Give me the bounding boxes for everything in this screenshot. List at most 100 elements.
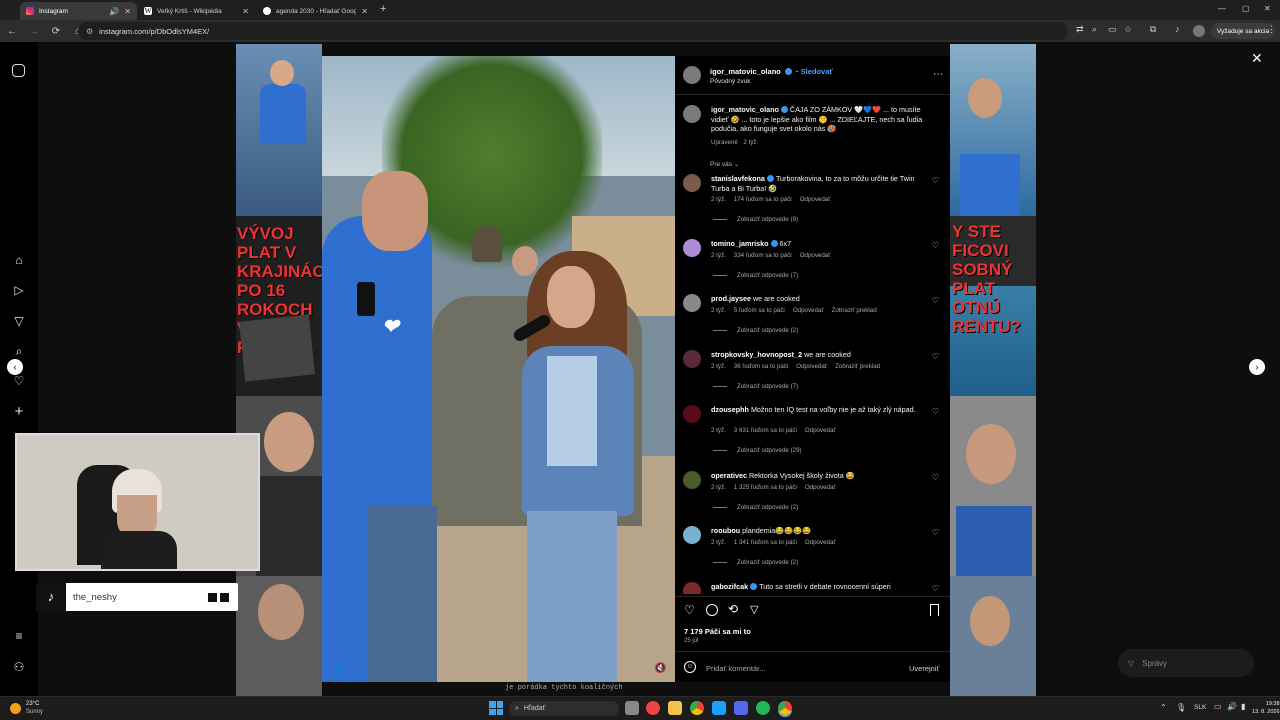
commenter-avatar[interactable] xyxy=(683,350,701,368)
view-replies-button[interactable]: Zobraziť odpovede (7) xyxy=(713,383,798,390)
bookmark-star-icon[interactable]: ☆ xyxy=(1124,24,1132,35)
commenter-avatar[interactable] xyxy=(683,405,701,423)
comment-like-icon[interactable]: ♡ xyxy=(932,473,939,482)
reels-icon[interactable]: ▷ xyxy=(12,283,26,297)
comment-input[interactable]: Pridať komentár... xyxy=(706,664,766,673)
commenter-avatar[interactable] xyxy=(683,471,701,489)
save-icon[interactable] xyxy=(930,604,939,616)
more-menu-icon[interactable]: ≡ xyxy=(12,629,26,643)
discord-icon[interactable] xyxy=(734,701,748,715)
commenter-avatar[interactable] xyxy=(683,526,701,544)
commenter-avatar[interactable] xyxy=(683,582,701,594)
comment-like-icon[interactable]: ♡ xyxy=(932,528,939,537)
comment-icon[interactable] xyxy=(706,604,718,616)
volume-icon[interactable]: 🔊 xyxy=(1227,702,1237,711)
chrome-active-icon[interactable] xyxy=(778,701,792,715)
home-icon[interactable]: ⌂ xyxy=(12,253,26,267)
caption-author[interactable]: igor_matovic_olano xyxy=(711,105,779,114)
thumbnail-left-middle[interactable]: VÝVOJ PLAT V KRAJINÁCH PO 16 ROKOCH VLÁD… xyxy=(236,216,322,396)
previous-post-button[interactable]: ‹ xyxy=(7,359,23,375)
reply-button[interactable]: Odpovedať xyxy=(800,252,831,259)
comment-likes[interactable]: 174 ľuďom sa to páči xyxy=(734,196,792,203)
comment-likes[interactable]: 1 341 ľuďom sa to páči xyxy=(734,539,797,546)
app-icon[interactable] xyxy=(646,701,660,715)
tab-instagram[interactable]: Instagram 🔊 ✕ xyxy=(20,2,137,20)
zoom-icon[interactable]: ⌕ xyxy=(1092,24,1097,35)
create-icon[interactable]: + xyxy=(12,404,26,419)
meta-apps-icon[interactable]: ⚇ xyxy=(12,660,26,674)
comment-like-icon[interactable]: ♡ xyxy=(932,176,939,185)
comment-likes[interactable]: 5 ľuďom sa to páči xyxy=(734,307,785,314)
close-icon[interactable]: ✕ xyxy=(242,7,249,16)
chrome-icon[interactable] xyxy=(690,701,704,715)
media-icon[interactable]: ♪ xyxy=(1175,24,1180,34)
reply-button[interactable]: Odpovedať xyxy=(805,427,836,434)
view-replies-button[interactable]: Zobraziť odpovede (29) xyxy=(713,447,802,454)
tray-chevron-icon[interactable]: ⌃ xyxy=(1160,703,1167,712)
minimize-button[interactable]: — xyxy=(1218,4,1226,13)
caption-avatar[interactable] xyxy=(683,105,701,123)
tab-wikipedia[interactable]: W Veľký Krtiš - Wikipédia ✕ xyxy=(138,2,255,20)
view-replies-button[interactable]: Zobraziť odpovede (9) xyxy=(713,216,798,223)
thumbnail-right-bottom[interactable] xyxy=(950,396,1036,576)
reply-button[interactable]: Odpovedať xyxy=(793,307,824,314)
thumbnail-left-bottom-2[interactable] xyxy=(236,576,322,696)
maximize-button[interactable]: ▢ xyxy=(1242,4,1250,13)
comment-username[interactable]: rooubou xyxy=(711,526,740,535)
reply-button[interactable]: Odpovedať xyxy=(805,484,836,491)
reply-button[interactable]: Odpovedať xyxy=(805,539,836,546)
reload-icon[interactable]: ⟳ xyxy=(50,26,62,37)
task-view-icon[interactable] xyxy=(625,701,639,715)
search-icon[interactable]: ⌕ xyxy=(12,344,26,358)
update-button[interactable]: Vyžaduje sa akcia xyxy=(1211,23,1275,39)
repost-icon[interactable]: ⟲ xyxy=(728,602,738,616)
new-tab-button[interactable]: + xyxy=(380,3,386,15)
speaker-icon[interactable]: 🔊 xyxy=(109,7,119,16)
extensions-icon[interactable]: ⧉ xyxy=(1150,24,1156,35)
weather-sun-icon[interactable] xyxy=(10,703,21,714)
notifications-icon[interactable]: ♡ xyxy=(12,374,26,388)
audio-label[interactable]: Pôvodný zvuk xyxy=(710,78,750,85)
comment-like-icon[interactable]: ♡ xyxy=(932,407,939,416)
menu-icon[interactable]: ⋮ xyxy=(1267,24,1276,35)
share-icon[interactable]: ▽ xyxy=(750,603,758,616)
battery-icon[interactable]: ▮ xyxy=(1241,702,1245,711)
tag-people-icon[interactable]: 👤 xyxy=(332,666,343,677)
author-avatar[interactable] xyxy=(683,66,701,84)
comment-like-icon[interactable]: ♡ xyxy=(932,352,939,361)
mute-icon[interactable]: 🔇 xyxy=(654,663,666,674)
comment-likes[interactable]: 1 325 ľuďom sa to páči xyxy=(734,484,797,491)
reel-video[interactable]: ❤ 👤 🔇 xyxy=(322,56,675,682)
close-icon[interactable]: ✕ xyxy=(361,7,368,16)
more-options-icon[interactable]: ⋯ xyxy=(933,69,943,80)
likes-count[interactable]: 7 179 Páči sa mi to xyxy=(684,627,751,636)
weather-widget[interactable]: 23°C Sunny xyxy=(26,700,43,716)
comment-like-icon[interactable]: ♡ xyxy=(932,296,939,305)
clock[interactable]: 19:38 13. 8. 2026 xyxy=(1252,700,1280,716)
comment-likes[interactable]: 3 631 ľuďom sa to páči xyxy=(734,427,797,434)
emoji-icon[interactable]: ☺ xyxy=(684,661,696,673)
tab-google[interactable]: agenda 2030 - Hľadať Googlom ✕ xyxy=(257,2,374,20)
messages-bubble[interactable]: ▽ Správy xyxy=(1118,649,1254,677)
spotify-icon[interactable] xyxy=(756,701,770,715)
taskbar-search[interactable]: ⌕ Hľadať xyxy=(509,701,619,716)
comment-username[interactable]: dzousephh xyxy=(711,405,749,414)
follow-button[interactable]: Sledovať xyxy=(801,67,833,76)
start-icon[interactable] xyxy=(489,701,503,715)
publish-button[interactable]: Uverejniť xyxy=(909,664,939,673)
translate-button[interactable]: Zobraziť preklad xyxy=(835,363,880,370)
reply-button[interactable]: Odpovedať xyxy=(800,196,831,203)
site-info-icon[interactable]: ⚙ xyxy=(86,27,93,36)
like-icon[interactable]: ♡ xyxy=(684,603,695,617)
comment-username[interactable]: prod.jaysee xyxy=(711,294,751,303)
forward-icon[interactable]: → xyxy=(28,26,40,37)
commenter-avatar[interactable] xyxy=(683,294,701,312)
instagram-logo-icon[interactable] xyxy=(12,64,25,77)
commenter-avatar[interactable] xyxy=(683,239,701,257)
window-close-button[interactable]: ✕ xyxy=(1264,4,1271,13)
comment-filter[interactable]: Pre vás ⌄ xyxy=(710,160,739,168)
reply-button[interactable]: Odpovedať xyxy=(796,363,827,370)
author-username[interactable]: igor_matovic_olano xyxy=(710,67,781,76)
address-bar[interactable]: ⚙ instagram.com/p/DbOdlsYM4EX/ xyxy=(78,22,1068,40)
close-icon[interactable]: ✕ xyxy=(124,7,131,16)
